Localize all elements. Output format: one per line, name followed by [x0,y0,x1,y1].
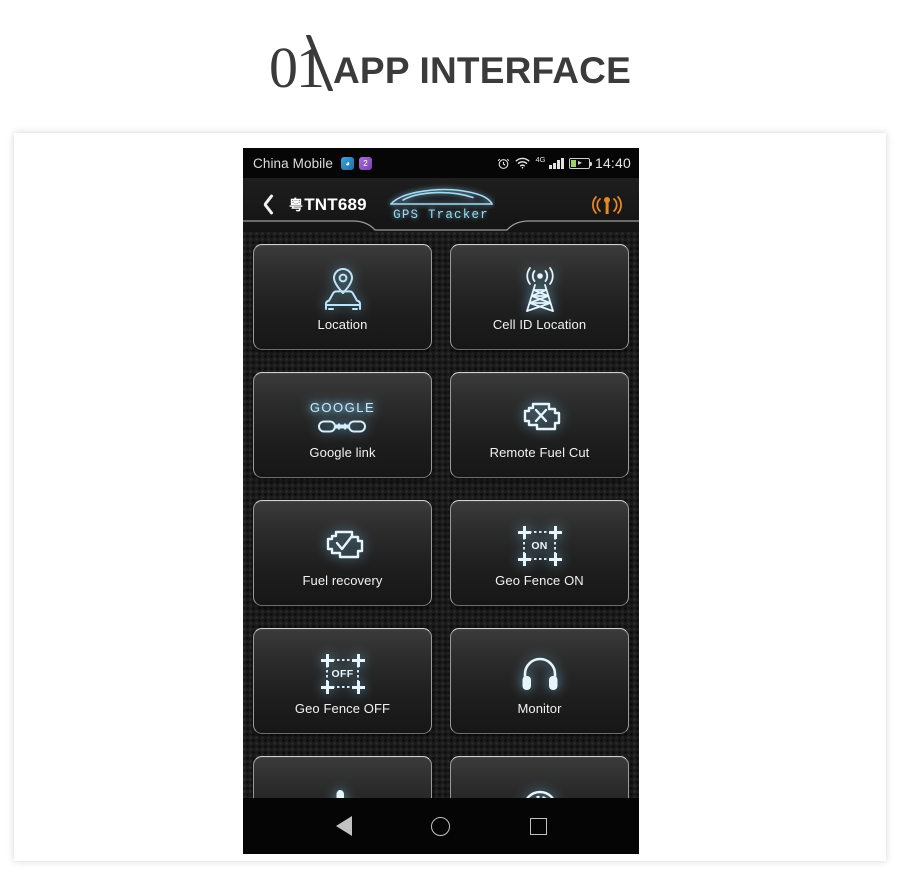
tile-label: Google link [309,444,376,460]
engine-cross-icon [515,392,565,444]
google-text: GOOGLE [309,400,376,415]
app-tile-area: Location Cell ID Location GOOGLE Google … [243,232,639,798]
nav-home-icon[interactable] [419,804,463,848]
map-pin-car-icon [317,264,369,316]
nav-back-icon[interactable] [322,804,366,848]
hand-touch-icon [326,782,360,798]
fence-state-text: OFF [331,667,354,680]
status-app-icons: ◕ 2 [341,156,372,170]
android-nav-bar [243,798,639,854]
tile-geo-fence-off[interactable]: OFF Geo Fence OFF [253,628,432,734]
app-badge-icon: 2 [359,156,372,170]
battery-charging-icon: ▸ [568,157,592,169]
status-right-group: 4G ▸ 14:40 [497,155,631,171]
carrier-label: China Mobile [253,155,333,171]
section-title: APP INTERFACE [333,50,631,91]
tile-label: Location [317,316,368,332]
tile-cell-id-location[interactable]: Cell ID Location [450,244,629,350]
tile-label: Monitor [517,700,562,716]
tile-fuel-recovery[interactable]: Fuel recovery [253,500,432,606]
tile-location[interactable]: Location [253,244,432,350]
wifi-icon [515,157,530,169]
tile-remote-fuel-cut[interactable]: Remote Fuel Cut [450,372,629,478]
tile-partial-left[interactable] [253,756,432,798]
phone-screenshot: China Mobile ◕ 2 4G ▸ 14:40 粤TNT689 GPS … [243,148,639,854]
plate-province-char: 粤 [289,197,304,213]
app-logo: GPS Tracker [383,183,499,222]
slash-decoration [309,35,335,89]
fence-state-text: ON [531,539,548,552]
tile-label: Remote Fuel Cut [489,444,590,460]
engine-check-icon [318,520,368,572]
tile-label: Fuel recovery [302,572,383,588]
tile-label: Geo Fence OFF [294,700,391,716]
status-bar: China Mobile ◕ 2 4G ▸ 14:40 [243,148,639,178]
geofence-icon: ON [517,520,562,572]
tile-monitor[interactable]: Monitor [450,628,629,734]
status-clock: 14:40 [594,155,631,171]
tile-grid: Location Cell ID Location GOOGLE Google … [253,244,629,798]
geofence-icon: OFF [320,648,365,700]
alarm-clock-icon [497,157,510,170]
tile-google-link[interactable]: GOOGLE Google link [253,372,432,478]
cell-tower-icon [517,264,563,316]
app-header: 粤TNT689 GPS Tracker [243,178,639,232]
car-outline-icon [390,188,493,205]
brand-name: GPS Tracker [393,208,489,222]
tile-geo-fence-on[interactable]: ON Geo Fence ON [450,500,629,606]
back-chevron-icon[interactable] [257,190,279,220]
messaging-icon: ◕ [341,156,354,170]
tile-label: Cell ID Location [492,316,587,332]
plate-number: TNT689 [304,195,367,214]
speedometer-icon [519,782,561,798]
page-title: 01 APP INTERFACE [0,34,900,101]
nav-recents-icon[interactable] [516,804,560,848]
headphones-icon [518,648,562,700]
network-type-label: 4G [535,155,546,164]
chain-link-icon: GOOGLE [310,392,375,444]
tile-partial-right[interactable] [450,756,629,798]
signal-bars-icon [549,157,564,169]
antenna-signal-icon[interactable] [587,190,627,220]
vehicle-plate: 粤TNT689 [289,195,367,215]
tile-label: Geo Fence ON [495,572,584,588]
